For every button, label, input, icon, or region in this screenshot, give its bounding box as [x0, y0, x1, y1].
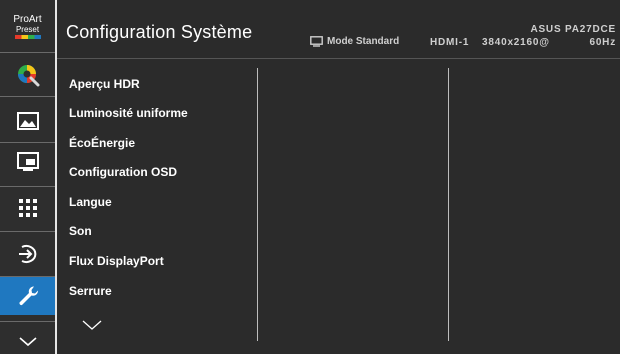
menu-item-displayport-stream[interactable]: Flux DisplayPort: [69, 254, 164, 268]
sidebar-item-system-setup[interactable]: [0, 277, 55, 315]
logo-color-bar: [14, 34, 41, 39]
wrench-icon: [18, 286, 38, 306]
mode-indicator: Mode Standard: [310, 36, 399, 47]
proart-preset-logo[interactable]: ProArt Preset: [0, 0, 55, 52]
refresh-rate: 60Hz: [589, 37, 616, 48]
input-select-icon: [18, 245, 36, 263]
header-divider: [57, 58, 620, 59]
sidebar-divider: [0, 186, 55, 187]
sidebar-divider: [0, 96, 55, 97]
menu-item-sound[interactable]: Son: [69, 224, 92, 238]
logo-line2: Preset: [15, 24, 40, 34]
monitor-model: ASUS PA27DCE: [530, 24, 616, 35]
sidebar-scroll-down[interactable]: [0, 322, 55, 354]
menu-item-language[interactable]: Langue: [69, 195, 112, 209]
monitor-icon: [310, 36, 323, 47]
mode-label: Mode Standard: [327, 36, 400, 47]
sidebar-item-input-select[interactable]: [0, 235, 55, 273]
input-source: HDMI-1: [430, 37, 470, 48]
chevron-down-icon: [18, 337, 37, 347]
color-icon: [17, 65, 39, 87]
image-icon: [16, 112, 39, 130]
resolution: 3840x2160@: [482, 37, 550, 48]
menu-item-uniform-brightness[interactable]: Luminosité uniforme: [69, 106, 188, 120]
sidebar-item-qfit[interactable]: [0, 189, 55, 227]
qfit-icon: [18, 199, 37, 217]
menu-scroll-down[interactable]: [82, 318, 102, 336]
menu-item-osd-setup[interactable]: Configuration OSD: [69, 165, 177, 179]
column-divider: [257, 68, 258, 341]
osd-window: ProArt Preset Configuration Système Mode…: [0, 0, 620, 354]
sidebar-divider: [0, 52, 55, 53]
menu-item-hdr-preview[interactable]: Aperçu HDR: [69, 77, 140, 91]
chevron-down-icon: [82, 320, 102, 330]
column-divider: [448, 68, 449, 341]
sidebar-item-image[interactable]: [0, 102, 55, 140]
sidebar: ProArt Preset: [0, 0, 57, 354]
pip-icon: [16, 152, 39, 171]
menu-item-lock[interactable]: Serrure: [69, 284, 112, 298]
page-title: Configuration Système: [66, 22, 253, 42]
sidebar-item-color[interactable]: [0, 56, 55, 94]
logo-line1: ProArt: [13, 13, 42, 25]
sidebar-divider: [0, 231, 55, 232]
sidebar-item-pip[interactable]: [0, 143, 55, 181]
menu-item-eco-energy[interactable]: ÉcoÉnergie: [69, 136, 135, 150]
